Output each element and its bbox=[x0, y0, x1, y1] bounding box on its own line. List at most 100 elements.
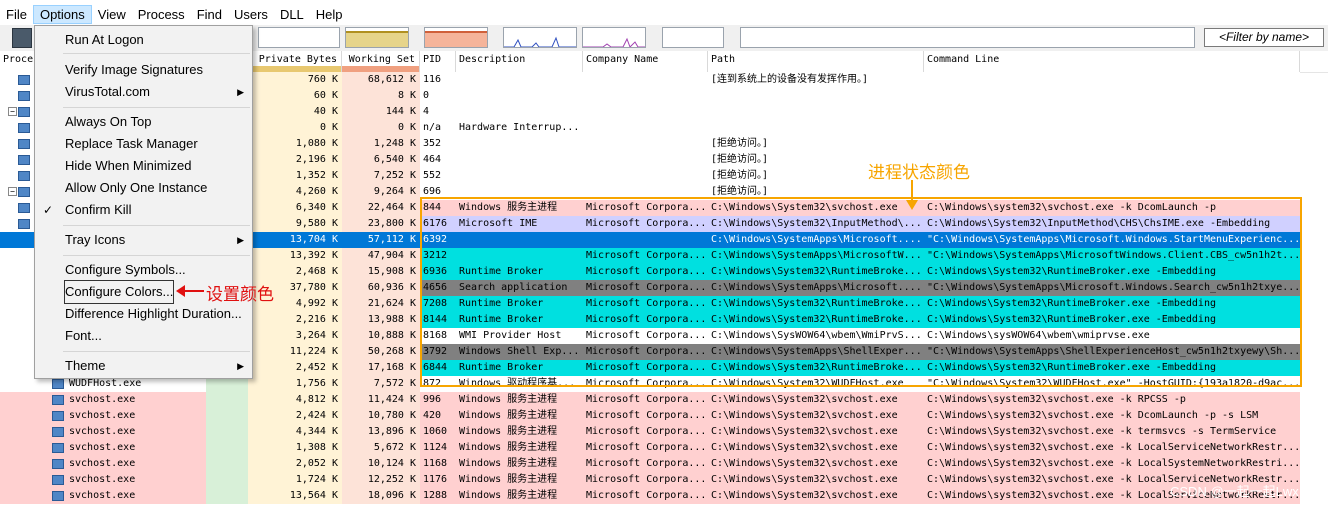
column-description[interactable]: Description bbox=[456, 51, 583, 72]
menu-users[interactable]: Users bbox=[228, 5, 274, 24]
filter-input[interactable]: <Filter by name> bbox=[1204, 28, 1324, 47]
pid-cell: 4656 bbox=[423, 282, 448, 293]
menu-item-allow-only-one-instance[interactable]: Allow Only One Instance bbox=[35, 177, 252, 199]
column-company-name[interactable]: Company Name bbox=[583, 51, 708, 72]
menu-item-verify-image-signatures[interactable]: Verify Image Signatures bbox=[35, 59, 252, 81]
description-cell: Windows 服务主进程 bbox=[459, 442, 558, 453]
process-name-cell: svchost.exe bbox=[69, 442, 136, 453]
pid-cell: 6936 bbox=[423, 266, 448, 277]
path-cell: [连到系统上的设备没有发挥作用。] bbox=[711, 74, 869, 85]
description-cell bbox=[456, 136, 583, 152]
pid-cell: 3792 bbox=[423, 346, 448, 357]
menu-item-font[interactable]: Font... bbox=[35, 325, 252, 347]
path-cell bbox=[708, 120, 924, 136]
menu-item-theme[interactable]: Theme ▶ bbox=[35, 355, 252, 377]
submenu-arrow-icon: ▶ bbox=[237, 361, 244, 371]
menu-item-virustotal[interactable]: VirusTotal.com ▶ bbox=[35, 81, 252, 103]
pid-cell: 1124 bbox=[423, 442, 448, 453]
gpu-graph[interactable] bbox=[740, 27, 1195, 48]
disk-graph[interactable] bbox=[662, 27, 724, 48]
table-row[interactable]: svchost.exe 1,724 K 12,252 K 1176 Windows 服务… bbox=[0, 472, 1328, 488]
company-name-cell: Microsoft Corpora... bbox=[586, 362, 707, 373]
menu-item-replace-task-manager[interactable]: Replace Task Manager bbox=[35, 133, 252, 155]
working-set-cell: 11,424 K bbox=[367, 394, 416, 405]
command-line-cell bbox=[924, 120, 1300, 136]
menu-item-always-on-top[interactable]: Always On Top bbox=[35, 111, 252, 133]
company-name-cell bbox=[583, 168, 708, 184]
working-set-cell: 17,168 K bbox=[367, 362, 416, 373]
checkmark-icon: ✓ bbox=[43, 203, 54, 217]
menu-item-hide-when-minimized[interactable]: Hide When Minimized bbox=[35, 155, 252, 177]
cpu-column-bg bbox=[206, 456, 248, 472]
path-cell: C:\Windows\System32\svchost.exe bbox=[711, 442, 898, 453]
description-cell: Windows Shell Exp... bbox=[459, 346, 580, 357]
table-row[interactable]: svchost.exe 1,308 K 5,672 K 1124 Windows 服务主… bbox=[0, 440, 1328, 456]
column-private-bytes[interactable]: Private Bytes bbox=[248, 51, 342, 72]
cpu-graph[interactable] bbox=[258, 27, 340, 48]
command-line-cell: "C:\Windows\SystemApps\Microsoft.Windows… bbox=[927, 234, 1300, 245]
pid-cell: 552 bbox=[423, 170, 442, 181]
command-line-cell: C:\Windows\system32\svchost.exe -k DcomL… bbox=[927, 202, 1216, 213]
menu-help[interactable]: Help bbox=[310, 5, 349, 24]
private-bytes-cell: 6,340 K bbox=[295, 202, 338, 213]
command-line-cell: C:\Windows\System32\svchost.exe -k terms… bbox=[927, 426, 1277, 437]
path-cell: C:\Windows\SystemApps\MicrosoftW... bbox=[711, 250, 922, 261]
physical-memory-graph[interactable] bbox=[424, 27, 488, 48]
menu-find[interactable]: Find bbox=[191, 5, 228, 24]
column-path[interactable]: Path bbox=[708, 51, 924, 72]
cpu-column-bg bbox=[206, 440, 248, 456]
private-bytes-cell: 13,704 K bbox=[289, 234, 338, 245]
company-name-cell: Microsoft Corpora... bbox=[586, 378, 707, 389]
command-line-cell: C:\Windows\System32\RuntimeBroker.exe -E… bbox=[927, 314, 1216, 325]
path-cell: C:\Windows\SystemApps\Microsoft.... bbox=[711, 234, 922, 245]
menu-file[interactable]: File bbox=[0, 5, 33, 24]
table-row[interactable]: svchost.exe 4,812 K 11,424 K 996 Windows 服务主… bbox=[0, 392, 1328, 408]
table-row[interactable]: svchost.exe 2,052 K 10,124 K 1168 Windows 服务… bbox=[0, 456, 1328, 472]
description-cell: Windows 驱动程序基... bbox=[459, 378, 576, 389]
command-line-cell bbox=[924, 72, 1300, 88]
working-set-cell: 7,572 K bbox=[373, 378, 416, 389]
working-set-cell: 60,936 K bbox=[367, 282, 416, 293]
table-row[interactable]: svchost.exe 2,424 K 10,780 K 420 Windows 服务主… bbox=[0, 408, 1328, 424]
private-bytes-cell: 1,724 K bbox=[295, 474, 338, 485]
working-set-cell: 9,264 K bbox=[373, 186, 416, 197]
menu-item-tray-icons[interactable]: Tray Icons ▶ bbox=[35, 229, 252, 251]
menu-item-difference-highlight-duration[interactable]: Difference Highlight Duration... bbox=[35, 303, 252, 325]
table-row[interactable]: svchost.exe 4,344 K 13,896 K 1060 Windows 服务… bbox=[0, 424, 1328, 440]
process-name-cell: svchost.exe bbox=[69, 474, 136, 485]
menu-view[interactable]: View bbox=[92, 5, 132, 24]
command-line-cell: C:\Windows\System32\RuntimeBroker.exe -E… bbox=[927, 266, 1216, 277]
company-name-cell: Microsoft Corpora... bbox=[586, 474, 707, 485]
commit-graph[interactable] bbox=[345, 27, 409, 48]
private-bytes-cell: 2,052 K bbox=[295, 458, 338, 469]
menu-options[interactable]: Options bbox=[32, 4, 92, 24]
menu-process[interactable]: Process bbox=[132, 5, 191, 24]
column-pid[interactable]: PID bbox=[420, 51, 456, 72]
private-bytes-cell: 1,756 K bbox=[295, 378, 338, 389]
column-working-set[interactable]: Working Set bbox=[342, 51, 420, 72]
tree-collapse-icon[interactable]: − bbox=[8, 187, 17, 196]
menu-dll[interactable]: DLL bbox=[274, 5, 310, 24]
network-graph[interactable] bbox=[582, 27, 646, 48]
column-command-line[interactable]: Command Line bbox=[924, 51, 1300, 72]
menu-item-confirm-kill[interactable]: Confirm Kill ✓ bbox=[35, 199, 252, 221]
table-row[interactable]: svchost.exe 13,564 K 18,096 K 1288 Windows 服… bbox=[0, 488, 1328, 504]
tree-collapse-icon[interactable]: − bbox=[8, 107, 17, 116]
path-cell: C:\Windows\System32\RuntimeBroke... bbox=[711, 362, 922, 373]
io-graph[interactable] bbox=[503, 27, 577, 48]
path-cell: C:\Windows\System32\RuntimeBroke... bbox=[711, 298, 922, 309]
menu-item-run-at-logon[interactable]: Run At Logon bbox=[35, 29, 252, 51]
pid-cell: 696 bbox=[423, 186, 442, 197]
private-bytes-cell: 13,392 K bbox=[289, 250, 338, 261]
pid-cell: 0 bbox=[423, 90, 430, 101]
path-cell: C:\Windows\System32\svchost.exe bbox=[711, 458, 898, 469]
pid-cell: 420 bbox=[423, 410, 442, 421]
menu-bar: File Options View Process Find Users DLL… bbox=[0, 0, 1328, 25]
save-icon[interactable] bbox=[12, 28, 32, 48]
description-cell bbox=[456, 168, 583, 184]
pid-cell: 7208 bbox=[423, 298, 448, 309]
annotation-arrow-left-icon bbox=[176, 285, 204, 297]
set-colors-annotation: 设置颜色 bbox=[206, 285, 274, 304]
working-set-cell: 23,800 K bbox=[367, 218, 416, 229]
menu-item-configure-symbols[interactable]: Configure Symbols... bbox=[35, 259, 252, 281]
